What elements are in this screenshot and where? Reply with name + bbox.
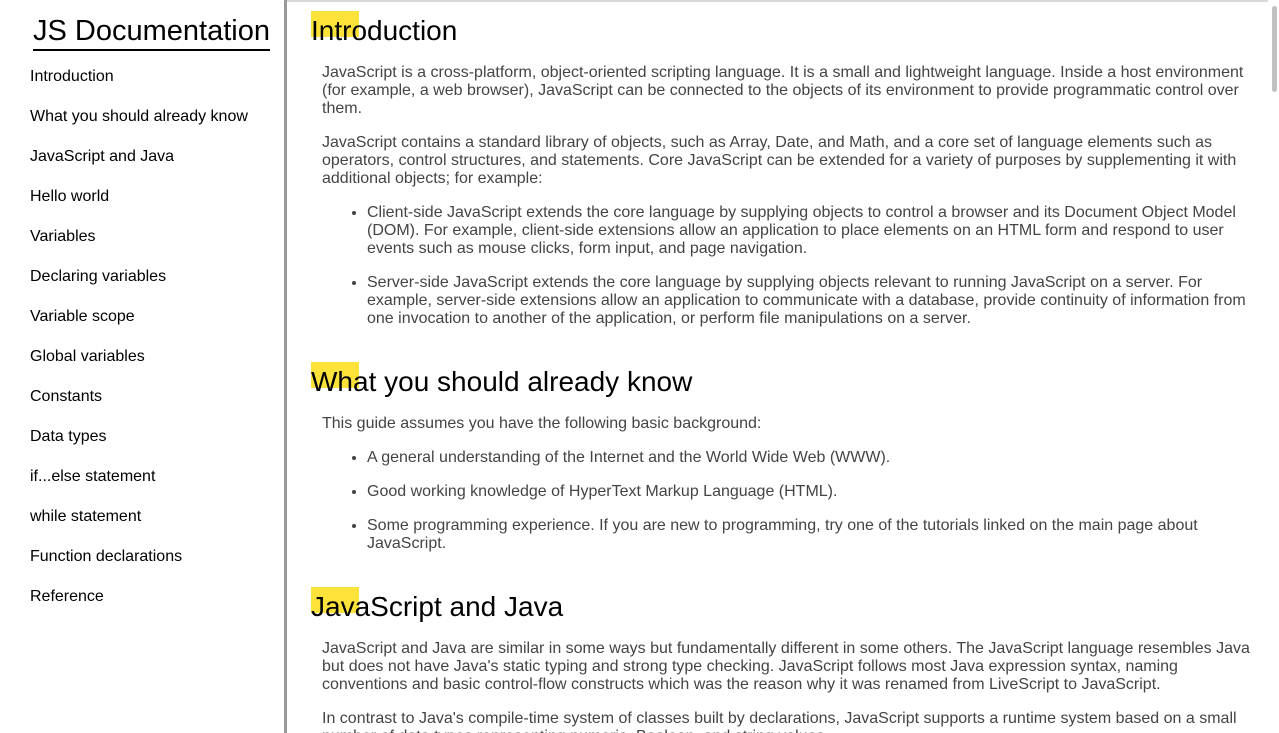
list-item: Some programming experience. If you are …	[367, 517, 1252, 553]
list-item: Good working knowledge of HyperText Mark…	[367, 483, 1252, 501]
section-introduction: Introduction JavaScript is a cross-platf…	[290, 0, 1268, 328]
section-title: Introduction	[290, 11, 1268, 47]
main-doc: Introduction JavaScript is a cross-platf…	[290, 0, 1268, 733]
section-title: What you should already know	[290, 362, 1268, 398]
nav-item: Function declarations	[30, 547, 248, 587]
nav-item: Introduction	[30, 67, 248, 107]
nav-item: JavaScript and Java	[30, 147, 248, 187]
nav-header: JS Documentation	[33, 14, 270, 51]
nav-link-variables[interactable]: Variables	[30, 228, 96, 245]
scrollbar-thumb[interactable]	[1272, 6, 1277, 92]
nav-item: Data types	[30, 427, 248, 467]
section-title: JavaScript and Java	[290, 587, 1268, 623]
nav-link-introduction[interactable]: Introduction	[30, 68, 114, 85]
nav-link-variable-scope[interactable]: Variable scope	[30, 308, 135, 325]
nav-link-reference[interactable]: Reference	[30, 588, 104, 605]
nav-link-declaring-variables[interactable]: Declaring variables	[30, 268, 166, 285]
nav-link-what-you-should-already-know[interactable]: What you should already know	[30, 108, 248, 125]
nav-item: Hello world	[30, 187, 248, 227]
page-scrollbar[interactable]	[1268, 0, 1279, 733]
section-paragraph: JavaScript and Java are similar in some …	[322, 640, 1250, 693]
section-list: Client-side JavaScript extends the core …	[290, 204, 1268, 328]
nav-item: Constants	[30, 387, 248, 427]
nav-link-function-declarations[interactable]: Function declarations	[30, 548, 182, 565]
section-what-you-should-already-know: What you should already know This guide …	[290, 344, 1268, 553]
nav-item: while statement	[30, 507, 248, 547]
section-javascript-and-java: JavaScript and Java JavaScript and Java …	[290, 569, 1268, 733]
nav-link-while-statement[interactable]: while statement	[30, 508, 141, 525]
nav-link-if-else-statement[interactable]: if...else statement	[30, 468, 155, 485]
section-paragraph: This guide assumes you have the followin…	[322, 415, 762, 432]
nav-item: Declaring variables	[30, 267, 248, 307]
nav-link-constants[interactable]: Constants	[30, 388, 102, 405]
section-paragraph: JavaScript is a cross-platform, object-o…	[322, 64, 1244, 117]
nav-item: Variable scope	[30, 307, 248, 347]
list-item: Server-side JavaScript extends the core …	[367, 274, 1252, 328]
nav-link-data-types[interactable]: Data types	[30, 428, 106, 445]
nav-item: Global variables	[30, 347, 248, 387]
nav-item: What you should already know	[30, 107, 248, 147]
list-item: A general understanding of the Internet …	[367, 449, 1252, 467]
section-list: A general understanding of the Internet …	[290, 449, 1268, 553]
nav-list: Introduction What you should already kno…	[30, 67, 248, 627]
nav-item: Variables	[30, 227, 248, 267]
section-paragraph: In contrast to Java's compile-time syste…	[322, 710, 1237, 733]
nav-item: if...else statement	[30, 467, 248, 507]
nav-link-hello-world[interactable]: Hello world	[30, 188, 109, 205]
nav-link-global-variables[interactable]: Global variables	[30, 348, 145, 365]
nav-link-javascript-and-java[interactable]: JavaScript and Java	[30, 148, 174, 165]
list-item: Client-side JavaScript extends the core …	[367, 204, 1252, 258]
sidebar-nav: JS Documentation Introduction What you s…	[0, 0, 287, 733]
nav-item: Reference	[30, 587, 248, 627]
section-paragraph: JavaScript contains a standard library o…	[322, 134, 1237, 187]
